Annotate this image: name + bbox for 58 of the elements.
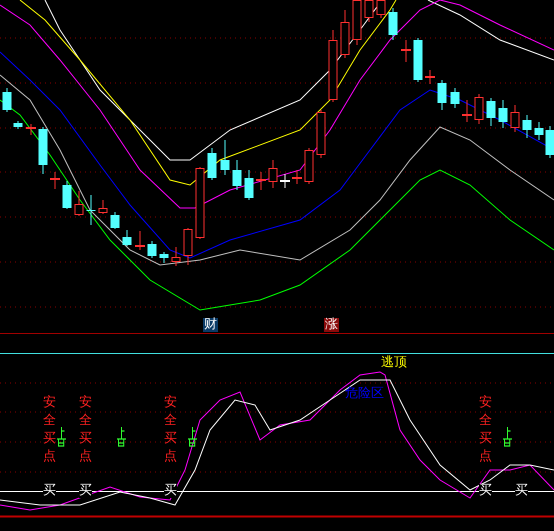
candlestick	[522, 114, 532, 138]
candlestick	[148, 240, 156, 258]
candlestick	[388, 8, 398, 40]
candlestick	[232, 160, 242, 190]
candlestick	[316, 110, 326, 158]
candlestick	[14, 120, 22, 130]
buy-mark: 买	[43, 484, 56, 498]
candlestick	[86, 194, 96, 226]
candlestick	[534, 122, 544, 140]
candlestick	[546, 126, 554, 158]
candlestick	[184, 228, 192, 266]
rise-marker: 涨	[324, 318, 339, 332]
candlestick	[26, 124, 36, 136]
candlestick	[438, 80, 446, 110]
buy-mark: 买	[515, 484, 528, 498]
candlestick	[498, 100, 508, 128]
candlestick	[268, 160, 278, 188]
candlestick	[474, 94, 484, 124]
candlestick	[160, 252, 168, 264]
safe-buy-label: 安全买点	[79, 394, 92, 466]
buy-mark: 买	[479, 484, 492, 498]
safe-buy-label: 安全买点	[479, 394, 492, 466]
candlestick	[425, 70, 435, 84]
buy-mark: 买	[164, 484, 177, 498]
candlestick	[38, 126, 48, 174]
candlestick	[304, 148, 314, 184]
candlestick	[486, 98, 496, 126]
candlestick	[110, 212, 120, 230]
safe-buy-label: 安全买点	[43, 394, 56, 466]
signal-flag-icon	[188, 427, 197, 447]
candlestick	[450, 88, 460, 108]
candlestick	[62, 180, 72, 210]
candlestick	[74, 190, 84, 216]
candlestick	[2, 88, 12, 112]
candlestick	[256, 172, 266, 190]
signal-flag-icon	[503, 427, 512, 447]
candlestick	[135, 230, 145, 250]
danger-zone-label: 危险区	[345, 387, 384, 401]
candlestick	[208, 148, 216, 180]
candlestick	[292, 170, 302, 184]
candlestick	[244, 170, 254, 200]
candlestick	[510, 104, 520, 132]
candlestick	[414, 38, 422, 82]
candlestick	[98, 200, 108, 214]
safe-buy-label: 安全买点	[164, 394, 177, 466]
candlestick	[172, 246, 180, 266]
signal-flag-icon	[57, 427, 66, 447]
buy-mark: 买	[79, 484, 92, 498]
candlestick	[280, 174, 290, 188]
signal-flag-icon	[117, 427, 126, 447]
candlestick	[220, 140, 230, 176]
candlestick	[122, 230, 132, 246]
candlestick	[462, 100, 472, 122]
candlestick	[50, 172, 60, 190]
finance-marker: 财	[203, 318, 218, 332]
candlestick	[401, 40, 411, 62]
top-escape-label: 逃顶	[381, 356, 407, 370]
candlestick	[340, 10, 350, 58]
